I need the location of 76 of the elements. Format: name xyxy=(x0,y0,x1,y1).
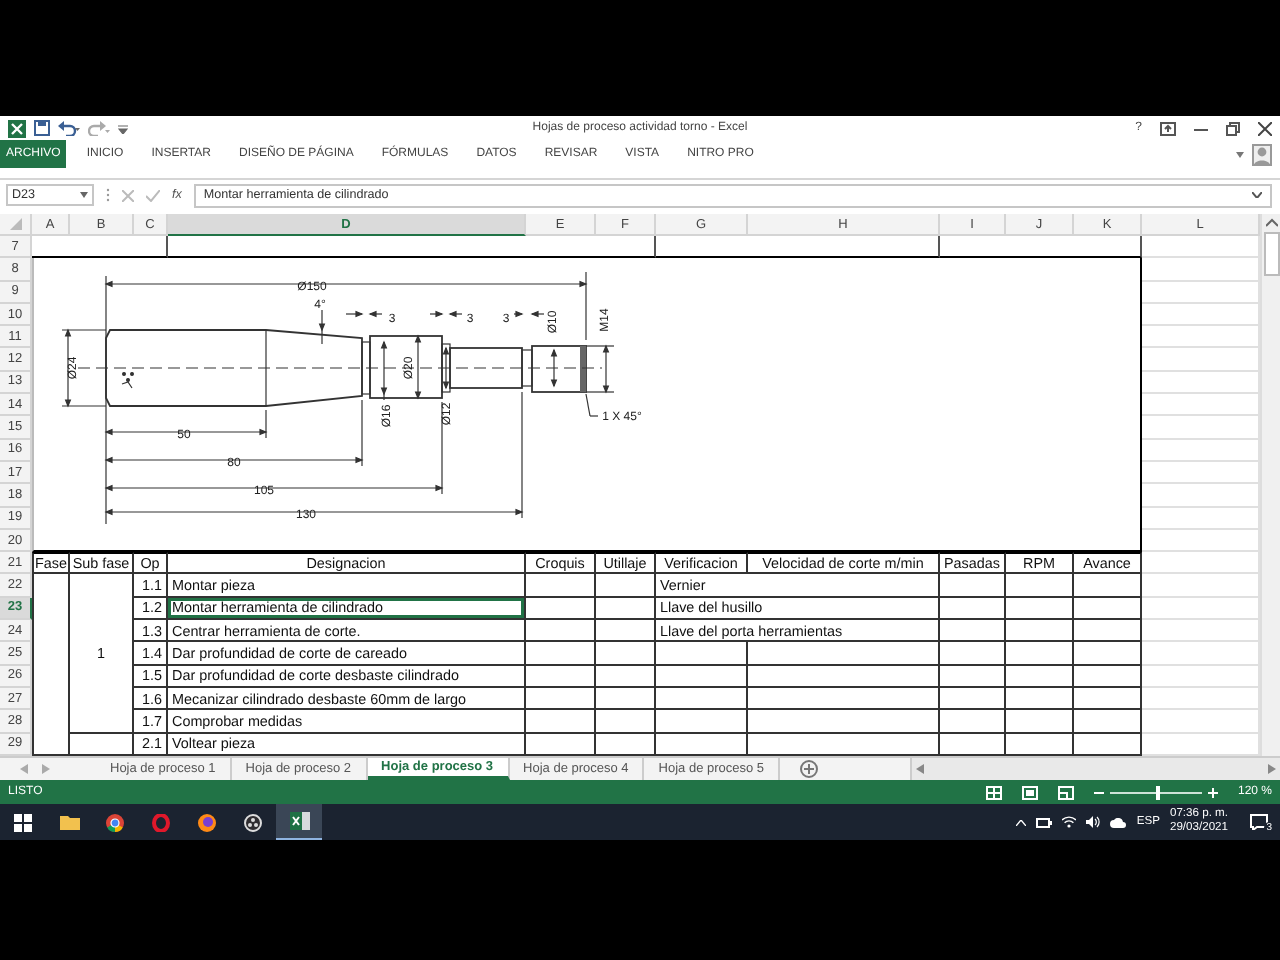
empty-cell xyxy=(1006,574,1074,598)
empty-cell xyxy=(1074,574,1142,598)
volume-icon[interactable] xyxy=(1086,816,1101,828)
empty-cell xyxy=(940,710,1006,734)
empty-cell xyxy=(1006,665,1074,688)
empty-cell xyxy=(526,642,596,666)
save-icon[interactable] xyxy=(34,120,50,136)
check-icon[interactable] xyxy=(146,189,160,201)
restore-icon[interactable] xyxy=(1226,121,1240,135)
empty-cell xyxy=(1142,642,1260,666)
empty-cell xyxy=(940,687,1006,711)
empty-cell xyxy=(596,597,656,621)
battery-icon[interactable] xyxy=(1036,817,1053,827)
scroll-left-icon[interactable] xyxy=(916,764,924,774)
empty-cell xyxy=(1142,552,1260,575)
empty-cell xyxy=(940,642,1006,666)
empty-cell xyxy=(1074,597,1142,621)
empty-cell xyxy=(526,710,596,734)
empty-cell xyxy=(656,710,748,734)
page-layout-icon[interactable] xyxy=(1021,785,1038,799)
empty-cell xyxy=(596,665,656,688)
empty-cell xyxy=(1142,687,1260,711)
empty-cell xyxy=(1074,687,1142,711)
empty-cell xyxy=(1006,620,1074,643)
empty-cell xyxy=(1142,236,1260,259)
empty-cell xyxy=(596,574,656,598)
empty-cell xyxy=(940,620,1006,643)
ribbon-display-icon[interactable] xyxy=(1160,121,1176,135)
empty-cell xyxy=(596,642,656,666)
empty-cell xyxy=(940,665,1006,688)
empty-cell xyxy=(940,574,1006,598)
empty-cell xyxy=(526,620,596,643)
empty-cell xyxy=(1006,710,1074,734)
add-sheet-icon[interactable] xyxy=(800,760,819,778)
cloud-icon[interactable] xyxy=(1110,817,1127,827)
empty-cell xyxy=(526,687,596,711)
scroll-up-icon[interactable] xyxy=(1265,218,1277,228)
empty-cell xyxy=(1142,620,1260,643)
empty-cell xyxy=(656,665,748,688)
normal-view-icon[interactable] xyxy=(985,785,1002,799)
zoom-in-icon[interactable] xyxy=(1207,787,1218,797)
empty-cell xyxy=(1142,574,1260,598)
empty-cell xyxy=(1074,642,1142,666)
page-break-icon[interactable] xyxy=(1057,785,1074,799)
spreadsheet-icon[interactable] xyxy=(276,804,322,840)
empty-cell xyxy=(596,710,656,734)
start-icon[interactable] xyxy=(14,813,32,831)
undo-icon[interactable] xyxy=(58,120,80,136)
expand-caret-icon[interactable] xyxy=(1252,192,1262,198)
wifi-icon[interactable] xyxy=(1062,816,1077,828)
empty-cell xyxy=(1006,687,1074,711)
empty-cell xyxy=(1142,597,1260,621)
empty-cell xyxy=(656,642,748,666)
empty-cell xyxy=(1006,642,1074,666)
close-icon[interactable] xyxy=(1258,121,1272,135)
horizontal-scrollbar[interactable] xyxy=(910,758,1280,780)
user-avatar-icon[interactable] xyxy=(1252,143,1272,165)
empty-cell xyxy=(596,620,656,643)
empty-cell xyxy=(1074,620,1142,643)
scroll-right-icon[interactable] xyxy=(1268,764,1276,774)
caret-icon[interactable] xyxy=(1016,819,1027,825)
empty-cell xyxy=(1142,710,1260,734)
empty-cell xyxy=(526,597,596,621)
empty-cell xyxy=(526,574,596,598)
empty-cell xyxy=(656,687,748,711)
scroll-thumb[interactable] xyxy=(1263,232,1279,276)
empty-cell xyxy=(1006,597,1074,621)
empty-cell xyxy=(526,665,596,688)
scrollbar[interactable] xyxy=(1260,214,1280,756)
empty-cell xyxy=(940,597,1006,621)
zoom-out-icon[interactable] xyxy=(1093,787,1104,797)
empty-cell xyxy=(596,687,656,711)
empty-cell xyxy=(1142,665,1260,688)
empty-cell xyxy=(1074,665,1142,688)
empty-cell xyxy=(1074,710,1142,734)
customize-caret-icon[interactable] xyxy=(118,123,128,133)
